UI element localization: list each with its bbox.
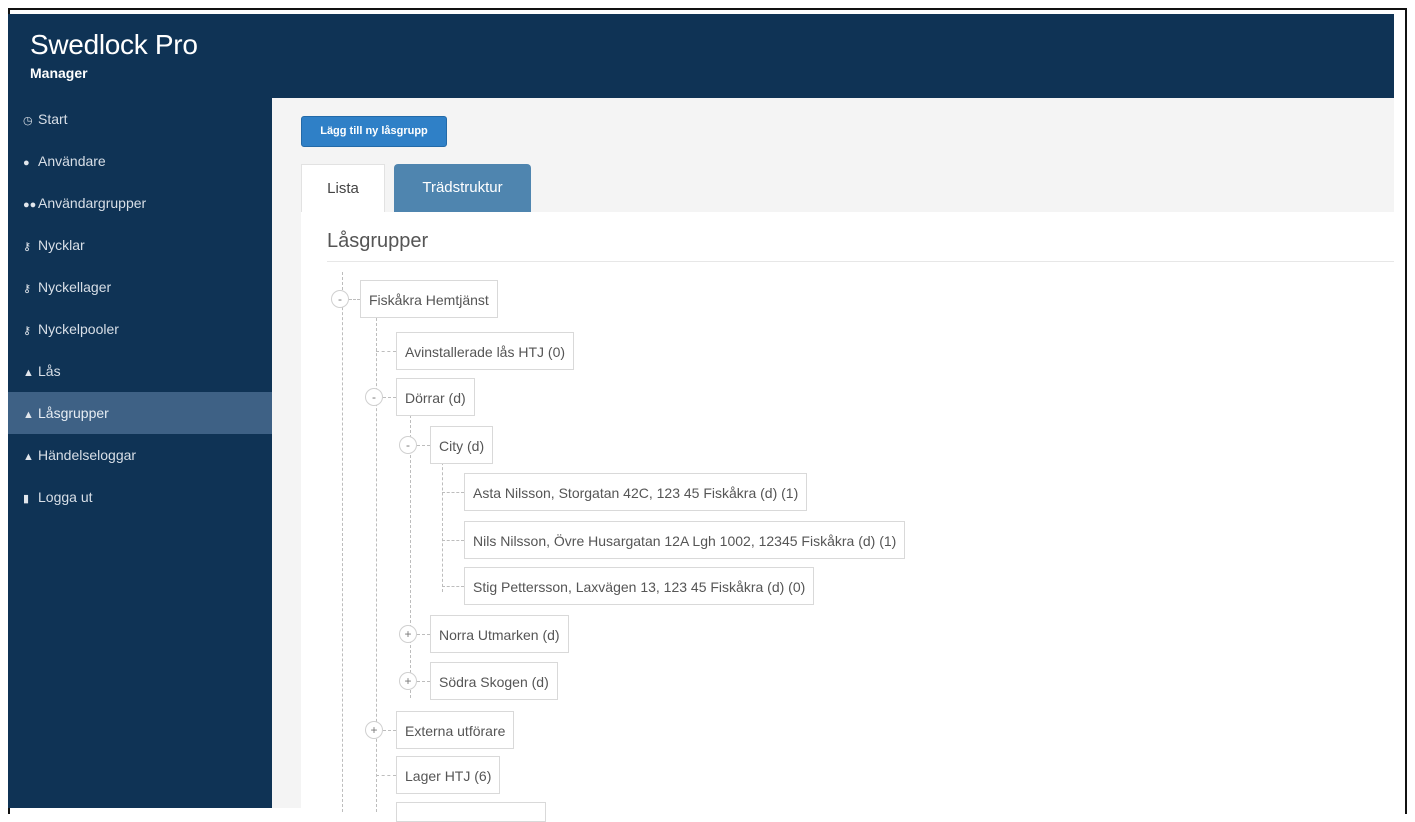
collapse-toggle[interactable]: -: [331, 290, 349, 308]
expand-toggle[interactable]: +: [399, 672, 417, 690]
sidebar-item-label: Händelseloggar: [38, 447, 137, 463]
sidebar-item-locks[interactable]: ▲ Lås: [8, 350, 272, 392]
sidebar-item-key-pools[interactable]: ⚷ Nyckelpooler: [8, 308, 272, 350]
sidebar-item-lock-groups[interactable]: ▲ Låsgrupper: [8, 392, 272, 434]
logout-icon: ▮: [23, 493, 30, 505]
sidebar-item-key-storage[interactable]: ⚷ Nyckellager: [8, 266, 272, 308]
tree-connector: [417, 634, 430, 635]
sidebar-item-label: Start: [38, 111, 68, 127]
tab-tree-structure[interactable]: Trädstruktur: [394, 164, 531, 212]
tree-connector: [376, 351, 396, 352]
sidebar-item-label: Användargrupper: [38, 195, 147, 211]
tree-node-dorrar[interactable]: Dörrar (d): [396, 378, 475, 416]
tree-node-lager-htj[interactable]: Lager HTJ (6): [396, 756, 501, 794]
dashboard-icon: ◷: [23, 115, 33, 127]
tree-connector: [442, 457, 443, 592]
tree-connector: [417, 681, 430, 682]
collapse-toggle[interactable]: -: [399, 436, 417, 454]
tree-node-asta-nilsson[interactable]: Asta Nilsson, Storgatan 42C, 123 45 Fisk…: [464, 473, 808, 511]
tree-connector: [383, 397, 396, 398]
expand-toggle[interactable]: +: [365, 721, 383, 739]
sidebar-item-label: Logga ut: [38, 489, 93, 505]
tree-connector: [417, 445, 430, 446]
tree-node-norra-utmarken[interactable]: Norra Utmarken (d): [430, 615, 569, 653]
key-icon: ⚷: [23, 283, 32, 295]
sidebar-item-label: Användare: [38, 153, 106, 169]
tree-node-externa-utforare[interactable]: Externa utförare: [396, 711, 515, 749]
top-header: Swedlock Pro Manager: [8, 14, 1394, 98]
tree-node-fiskakra-hemtjanst[interactable]: Fiskåkra Hemtjänst: [360, 280, 498, 318]
users-icon: ●●: [23, 199, 37, 211]
tree-node-stig-pettersson[interactable]: Stig Pettersson, Laxvägen 13, 123 45 Fis…: [464, 567, 815, 605]
main-content: Lägg till ny låsgrupp Lista Trädstruktur…: [272, 98, 1394, 822]
sidebar-item-label: Nyckelpooler: [38, 321, 119, 337]
app-subtitle: Manager: [30, 65, 88, 81]
sidebar-item-logout[interactable]: ▮ Logga ut: [8, 476, 272, 518]
key-icon: ⚷: [23, 241, 32, 253]
tree-connector: [342, 272, 343, 812]
tree-node-partial[interactable]: [396, 802, 546, 822]
sidebar-item-keys[interactable]: ⚷ Nycklar: [8, 224, 272, 266]
tree-node-nils-nilsson[interactable]: Nils Nilsson, Övre Husargatan 12A Lgh 10…: [464, 521, 906, 559]
expand-toggle[interactable]: +: [399, 625, 417, 643]
sidebar-item-label: Låsgrupper: [38, 405, 109, 421]
tree-connector: [442, 540, 464, 541]
user-icon: ●: [23, 157, 30, 169]
tab-list[interactable]: Lista: [301, 164, 385, 212]
divider: [327, 261, 1394, 262]
lock-icon: ▲: [23, 367, 34, 379]
brand: Swedlock Pro Manager: [30, 29, 198, 82]
lock-icon: ▲: [23, 451, 34, 463]
collapse-toggle[interactable]: -: [365, 388, 383, 406]
tree-connector: [376, 775, 396, 776]
tree-panel: Låsgrupper - - - + + + Fiskåkra Hemtjäns…: [301, 212, 1394, 822]
sidebar: ◷ Start ● Användare ●● Användargrupper ⚷ Nyc…: [8, 98, 272, 808]
tree-connector: [349, 299, 360, 300]
tree-node-city[interactable]: City (d): [430, 426, 494, 464]
app-title: Swedlock Pro: [30, 29, 198, 60]
sidebar-item-start[interactable]: ◷ Start: [8, 98, 272, 140]
tree-connector: [442, 586, 464, 587]
sidebar-item-label: Nycklar: [38, 237, 85, 253]
sidebar-item-label: Lås: [38, 363, 61, 379]
add-lock-group-button[interactable]: Lägg till ny låsgrupp: [301, 116, 447, 147]
sidebar-item-users[interactable]: ● Användare: [8, 140, 272, 182]
sidebar-item-label: Nyckellager: [38, 279, 112, 295]
tree-connector: [383, 730, 396, 731]
tree-node-avinstallerade-las[interactable]: Avinstallerade lås HTJ (0): [396, 332, 575, 370]
sidebar-item-user-groups[interactable]: ●● Användargrupper: [8, 182, 272, 224]
lock-icon: ▲: [23, 409, 34, 421]
panel-title: Låsgrupper: [327, 230, 429, 252]
tree-connector: [442, 492, 464, 493]
key-icon: ⚷: [23, 325, 32, 337]
tree-node-sodra-skogen[interactable]: Södra Skogen (d): [430, 662, 558, 700]
sidebar-item-event-logs[interactable]: ▲ Händelseloggar: [8, 434, 272, 476]
